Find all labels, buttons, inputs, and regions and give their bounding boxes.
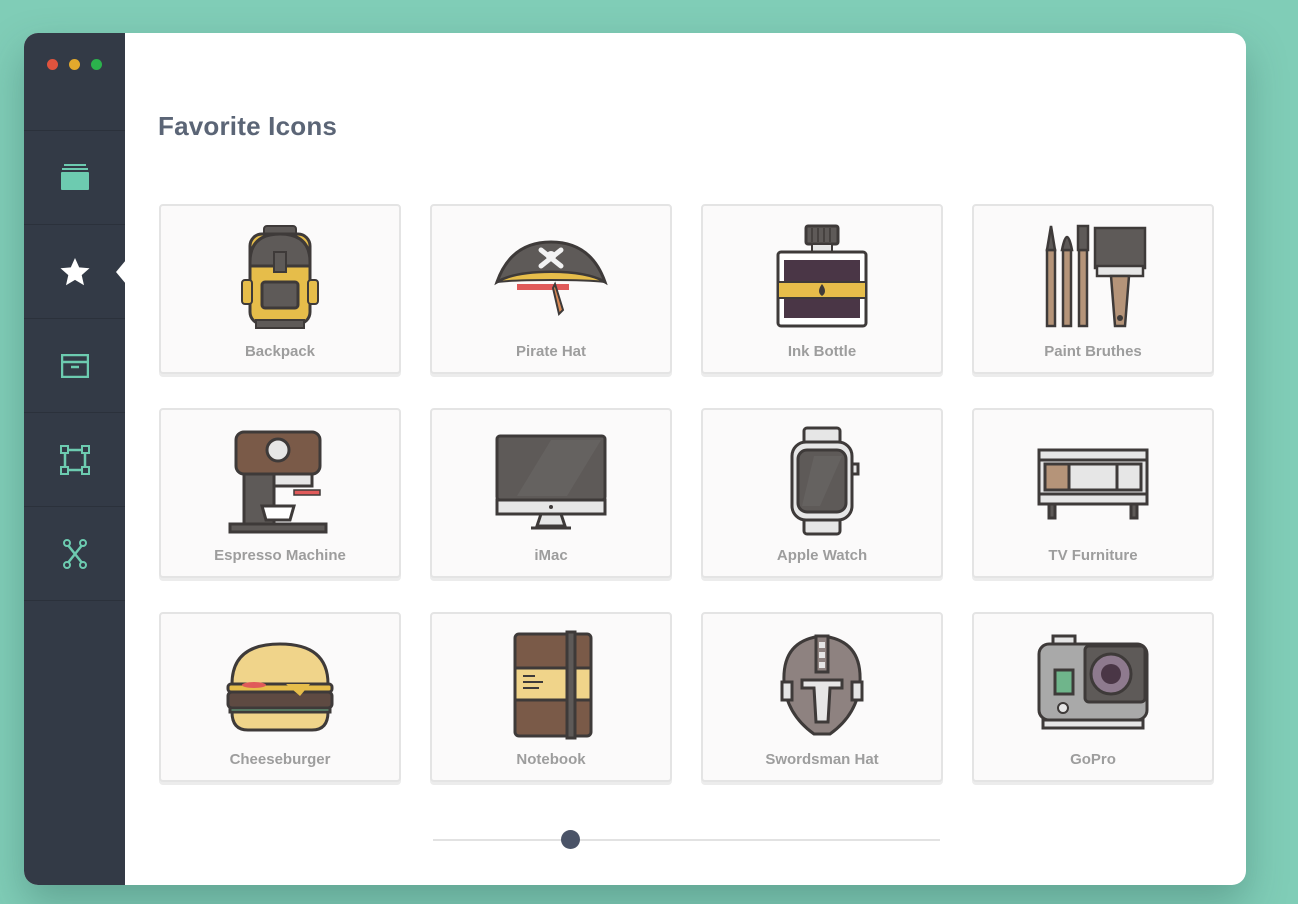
slider-track bbox=[433, 839, 940, 841]
card-label: Notebook bbox=[516, 751, 586, 768]
card-label: Swordsman Hat bbox=[765, 751, 879, 768]
card-label: Paint Bruthes bbox=[1044, 343, 1142, 360]
icon-card-gopro[interactable]: GoPro bbox=[972, 612, 1214, 782]
icon-card-pirate-hat[interactable]: Pirate Hat bbox=[430, 204, 672, 374]
card-label: Espresso Machine bbox=[214, 547, 346, 564]
app-window: Favorite Icons Backpack Pirate Hat Ink B… bbox=[24, 33, 1246, 885]
sidebar bbox=[24, 33, 126, 885]
apple-watch-icon bbox=[762, 426, 882, 536]
ink-bottle-icon bbox=[762, 222, 882, 332]
icon-card-tv-furniture[interactable]: TV Furniture bbox=[972, 408, 1214, 578]
card-label: Apple Watch bbox=[776, 547, 868, 564]
icon-grid: Backpack Pirate Hat Ink Bottle Paint Bru… bbox=[159, 204, 1214, 782]
icon-card-espresso-machine[interactable]: Espresso Machine bbox=[159, 408, 401, 578]
swordsman-helmet-icon bbox=[762, 630, 882, 740]
card-label: GoPro bbox=[1070, 751, 1116, 768]
vector-path-icon bbox=[62, 539, 88, 569]
gopro-camera-icon bbox=[1033, 630, 1153, 740]
minimize-window-button[interactable] bbox=[69, 59, 80, 70]
icon-card-imac[interactable]: iMac bbox=[430, 408, 672, 578]
sidebar-item-artboard[interactable] bbox=[24, 412, 125, 507]
card-label: Ink Bottle bbox=[787, 343, 857, 360]
grid-size-slider[interactable] bbox=[433, 830, 940, 850]
sidebar-item-library[interactable] bbox=[24, 130, 125, 225]
icon-card-ink-bottle[interactable]: Ink Bottle bbox=[701, 204, 943, 374]
tv-furniture-icon bbox=[1033, 426, 1153, 536]
artboard-frame-icon bbox=[59, 445, 90, 475]
slider-handle[interactable] bbox=[560, 830, 580, 849]
notebook-icon bbox=[491, 630, 611, 740]
card-label: Backpack bbox=[244, 343, 316, 360]
paint-brushes-icon bbox=[1033, 222, 1153, 332]
star-icon bbox=[59, 257, 91, 287]
sidebar-item-favorites[interactable] bbox=[24, 224, 126, 319]
archive-box-icon bbox=[60, 354, 89, 378]
card-label: TV Furniture bbox=[1048, 547, 1138, 564]
maximize-window-button[interactable] bbox=[91, 59, 102, 70]
card-label: Cheeseburger bbox=[229, 751, 331, 768]
close-window-button[interactable] bbox=[47, 59, 58, 70]
window-controls bbox=[47, 59, 102, 70]
icon-card-backpack[interactable]: Backpack bbox=[159, 204, 401, 374]
main-content: Favorite Icons Backpack Pirate Hat Ink B… bbox=[125, 33, 1246, 885]
sidebar-item-vector[interactable] bbox=[24, 506, 125, 601]
backpack-icon bbox=[220, 222, 340, 332]
imac-icon bbox=[491, 426, 611, 536]
stack-icon bbox=[60, 164, 90, 192]
card-label: Pirate Hat bbox=[515, 343, 587, 360]
page-title: Favorite Icons bbox=[158, 111, 338, 141]
icon-card-paint-bruthes[interactable]: Paint Bruthes bbox=[972, 204, 1214, 374]
sidebar-item-archive[interactable] bbox=[24, 318, 125, 413]
icon-card-swordsman-hat[interactable]: Swordsman Hat bbox=[701, 612, 943, 782]
card-label: iMac bbox=[534, 547, 568, 564]
sidebar-divider bbox=[24, 600, 125, 601]
cheeseburger-icon bbox=[220, 630, 340, 740]
icon-card-apple-watch[interactable]: Apple Watch bbox=[701, 408, 943, 578]
espresso-machine-icon bbox=[220, 426, 340, 536]
icon-card-notebook[interactable]: Notebook bbox=[430, 612, 672, 782]
icon-card-cheeseburger[interactable]: Cheeseburger bbox=[159, 612, 401, 782]
pirate-hat-icon bbox=[491, 222, 611, 332]
